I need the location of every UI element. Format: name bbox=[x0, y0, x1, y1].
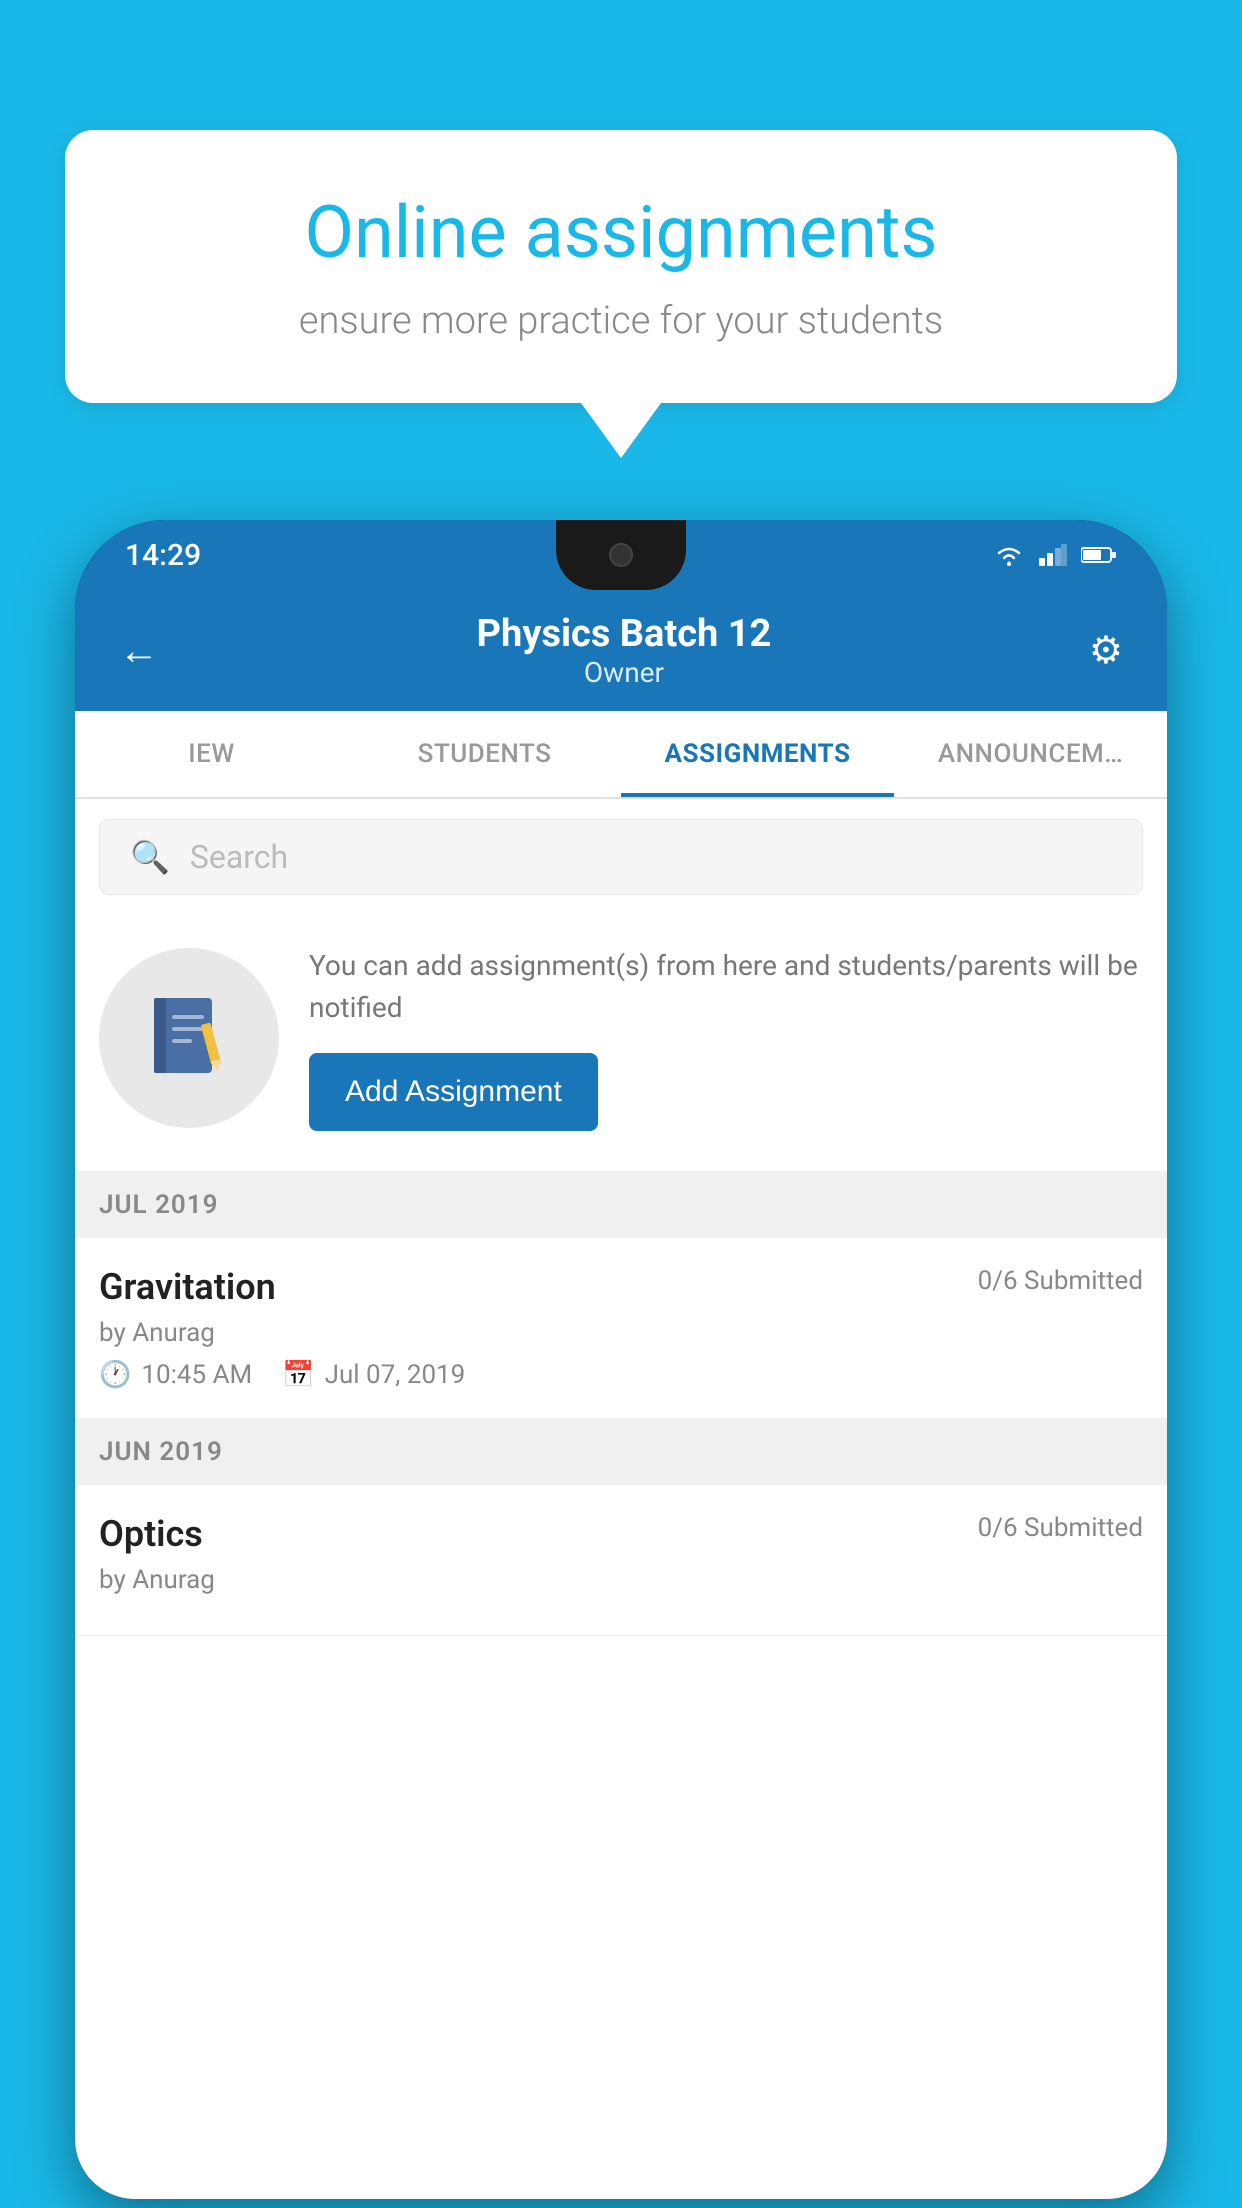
assignment-date-value: Jul 07, 2019 bbox=[325, 1360, 466, 1390]
tab-overview[interactable]: IEW bbox=[75, 711, 348, 797]
assignment-date: 📅 Jul 07, 2019 bbox=[282, 1360, 465, 1390]
status-time: 14:29 bbox=[125, 538, 201, 573]
back-button[interactable]: ← bbox=[119, 627, 159, 674]
promo-section: You can add assignment(s) from here and … bbox=[75, 915, 1167, 1172]
promo-description: You can add assignment(s) from here and … bbox=[309, 945, 1143, 1029]
header-title: Physics Batch 12 Owner bbox=[159, 612, 1089, 689]
speech-bubble-subtitle: ensure more practice for your students bbox=[135, 299, 1107, 343]
assignment-item-gravitation[interactable]: Gravitation 0/6 Submitted by Anurag 🕐 10… bbox=[75, 1238, 1167, 1419]
speech-bubble-tail bbox=[581, 403, 661, 458]
calendar-icon: 📅 bbox=[282, 1360, 314, 1390]
assignment-top-row: Gravitation 0/6 Submitted bbox=[99, 1266, 1143, 1308]
assignment-optics-submitted: 0/6 Submitted bbox=[978, 1513, 1143, 1543]
promo-text-area: You can add assignment(s) from here and … bbox=[309, 945, 1143, 1131]
speech-bubble-container: Online assignments ensure more practice … bbox=[65, 130, 1177, 458]
tab-assignments[interactable]: ASSIGNMENTS bbox=[621, 711, 894, 797]
add-assignment-button[interactable]: Add Assignment bbox=[309, 1053, 598, 1131]
wifi-icon bbox=[993, 543, 1025, 567]
battery-icon bbox=[1081, 546, 1117, 564]
speech-bubble: Online assignments ensure more practice … bbox=[65, 130, 1177, 403]
header-subtitle-text: Owner bbox=[159, 656, 1089, 689]
settings-icon[interactable]: ⚙ bbox=[1089, 628, 1123, 673]
assignment-optics-name: Optics bbox=[99, 1513, 203, 1555]
phone-frame: 14:29 bbox=[75, 520, 1167, 2199]
content-area: 🔍 Search bbox=[75, 799, 1167, 2199]
signal-icon bbox=[1039, 544, 1067, 566]
speech-bubble-title: Online assignments bbox=[135, 190, 1107, 275]
tab-students[interactable]: STUDENTS bbox=[348, 711, 621, 797]
app-header: ← Physics Batch 12 Owner ⚙ bbox=[75, 590, 1167, 711]
section-header-jul: JUL 2019 bbox=[75, 1172, 1167, 1238]
search-placeholder: Search bbox=[190, 838, 288, 876]
tab-announcements[interactable]: ANNOUNCEM… bbox=[894, 711, 1167, 797]
assignment-optics-top-row: Optics 0/6 Submitted bbox=[99, 1513, 1143, 1555]
tabs-bar: IEW STUDENTS ASSIGNMENTS ANNOUNCEM… bbox=[75, 711, 1167, 799]
section-header-jun: JUN 2019 bbox=[75, 1419, 1167, 1485]
section-label-jun: JUN 2019 bbox=[99, 1437, 223, 1467]
notch bbox=[556, 520, 686, 590]
status-icons bbox=[993, 543, 1117, 567]
clock-icon: 🕐 bbox=[99, 1360, 131, 1390]
assignment-meta: 🕐 10:45 AM 📅 Jul 07, 2019 bbox=[99, 1360, 1143, 1390]
search-icon: 🔍 bbox=[130, 838, 170, 876]
assignment-time: 🕐 10:45 AM bbox=[99, 1360, 252, 1390]
status-bar: 14:29 bbox=[75, 520, 1167, 590]
phone-wrapper: 14:29 bbox=[75, 520, 1167, 2208]
camera bbox=[609, 543, 633, 567]
assignment-submitted: 0/6 Submitted bbox=[978, 1266, 1143, 1296]
assignment-optics-author: by Anurag bbox=[99, 1565, 1143, 1595]
search-bar[interactable]: 🔍 Search bbox=[99, 819, 1143, 895]
assignment-name: Gravitation bbox=[99, 1266, 276, 1308]
assignment-item-optics[interactable]: Optics 0/6 Submitted by Anurag bbox=[75, 1485, 1167, 1636]
notebook-icon bbox=[144, 993, 234, 1083]
search-container: 🔍 Search bbox=[75, 799, 1167, 915]
promo-icon-circle bbox=[99, 948, 279, 1128]
assignment-time-value: 10:45 AM bbox=[141, 1360, 252, 1390]
section-label-jul: JUL 2019 bbox=[99, 1190, 219, 1220]
header-title-text: Physics Batch 12 bbox=[159, 612, 1089, 656]
assignment-author: by Anurag bbox=[99, 1318, 1143, 1348]
